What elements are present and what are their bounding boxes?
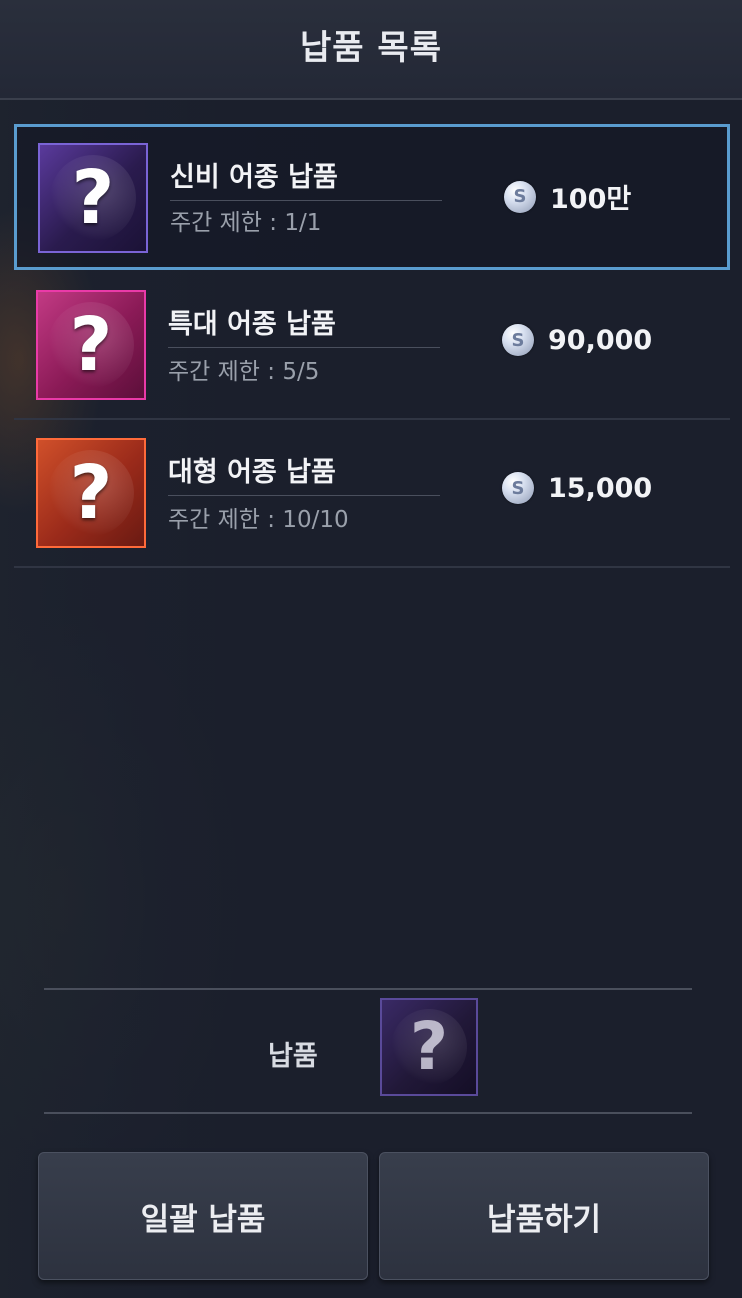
page-title: 납품 목록 bbox=[300, 27, 442, 68]
item-weekly-limit: 주간 제한 : 5/5 bbox=[168, 359, 320, 385]
silver-coin-icon: S bbox=[502, 324, 534, 356]
price-value: 100만 bbox=[550, 184, 632, 215]
deliver-area: 납품 ? bbox=[44, 988, 692, 1114]
deliver-button[interactable]: 납품하기 bbox=[379, 1152, 709, 1280]
item-name: 특대 어종 납품 bbox=[168, 302, 440, 348]
item-price: S 90,000 bbox=[502, 324, 652, 356]
item-price: S 15,000 bbox=[502, 472, 652, 504]
item-name: 신비 어종 납품 bbox=[170, 155, 442, 201]
item-price: S 100만 bbox=[504, 177, 631, 216]
list-item-special[interactable]: ? 특대 어종 납품 주간 제한 : 5/5 S 90,000 bbox=[14, 272, 730, 420]
list-item-mystic[interactable]: ? 신비 어종 납품 주간 제한 : 1/1 S 100만 bbox=[14, 124, 730, 270]
bulk-deliver-button[interactable]: 일괄 납품 bbox=[38, 1152, 368, 1280]
delivery-list: ? 신비 어종 납품 주간 제한 : 1/1 S 100만 ? 특대 어종 납품… bbox=[14, 124, 730, 568]
mystery-fish-icon: ? bbox=[38, 143, 148, 253]
delivery-panel: 납품 목록 ? 신비 어종 납품 주간 제한 : 1/1 S 100만 ? 특대… bbox=[0, 0, 742, 1298]
item-weekly-limit: 주간 제한 : 10/10 bbox=[168, 507, 349, 533]
price-value: 90,000 bbox=[548, 324, 653, 356]
price-value: 15,000 bbox=[548, 472, 653, 504]
silver-coin-icon: S bbox=[502, 472, 534, 504]
silver-coin-icon: S bbox=[504, 180, 536, 213]
item-weekly-limit: 주간 제한 : 1/1 bbox=[170, 210, 322, 236]
list-item-large[interactable]: ? 대형 어종 납품 주간 제한 : 10/10 S 15,000 bbox=[14, 420, 730, 568]
header: 납품 목록 bbox=[0, 0, 742, 100]
item-name: 대형 어종 납품 bbox=[168, 450, 440, 496]
deliver-label: 납품 bbox=[268, 1041, 318, 1072]
mystery-fish-icon: ? bbox=[36, 290, 146, 400]
mystery-fish-icon: ? bbox=[36, 438, 146, 548]
mystery-fish-icon[interactable]: ? bbox=[380, 998, 478, 1096]
